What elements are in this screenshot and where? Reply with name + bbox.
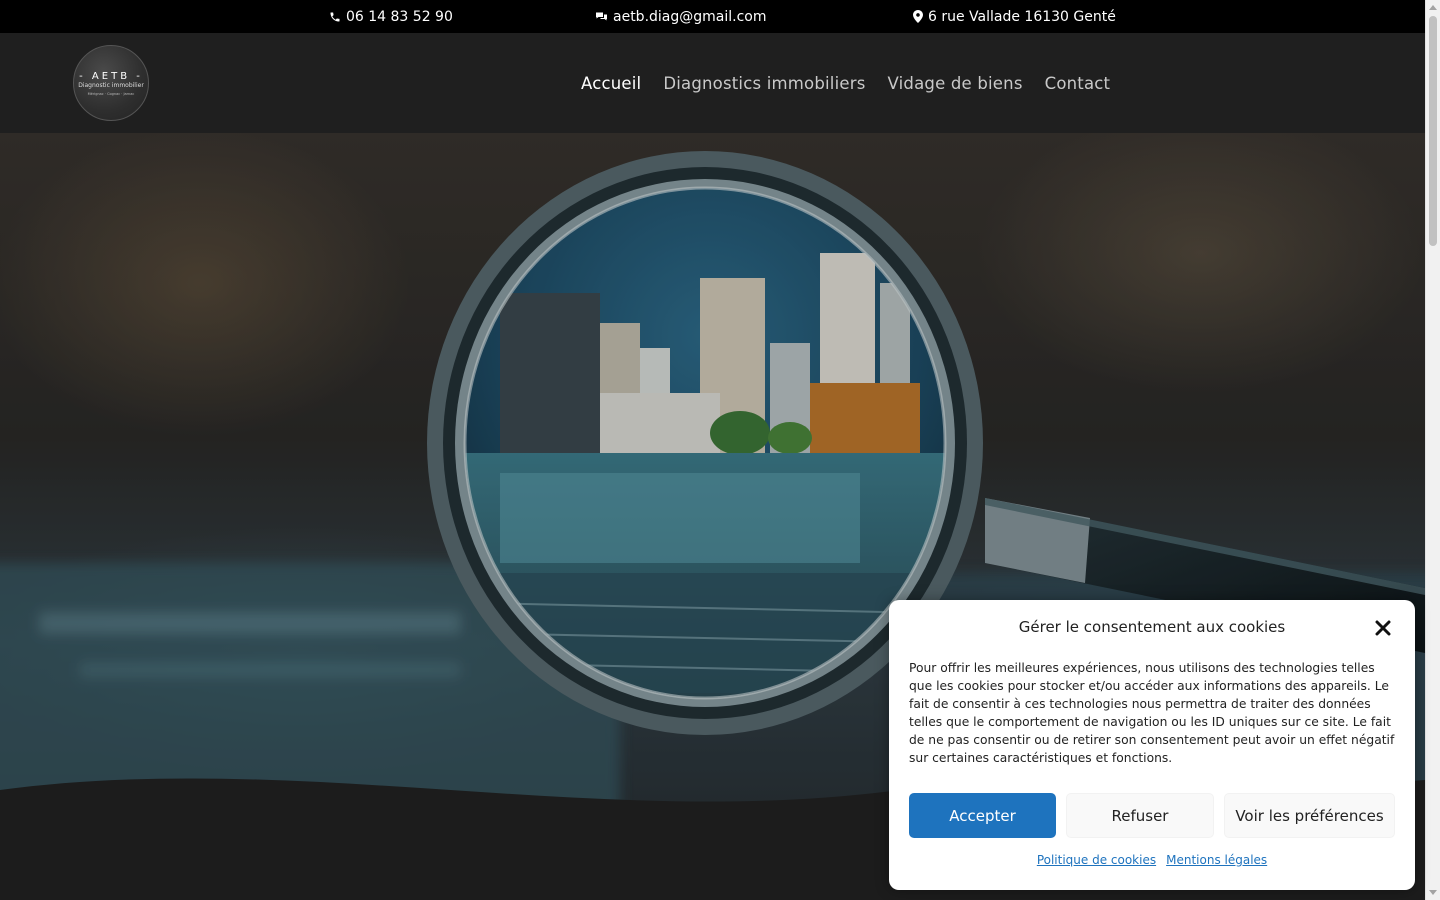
logo-title: - AETB - [79,70,143,82]
close-icon[interactable] [1373,618,1393,638]
contact-bar: 06 14 83 52 90 aetb.diag@gmail.com 6 rue… [0,0,1425,33]
email-address: aetb.diag@gmail.com [613,8,767,25]
scrollbar-thumb[interactable] [1429,16,1437,246]
cookie-policy-link[interactable]: Politique de cookies [1037,853,1156,867]
cookie-consent-dialog: Gérer le consentement aux cookies Pour o… [889,600,1415,890]
legal-notice-link[interactable]: Mentions légales [1166,853,1267,867]
preferences-button[interactable]: Voir les préférences [1224,793,1395,838]
nav-item-accueil[interactable]: Accueil [581,74,641,93]
cookie-buttons: Accepter Refuser Voir les préférences [909,793,1395,838]
main-nav: Accueil Diagnostics immobiliers Vidage d… [581,33,1110,133]
accept-button[interactable]: Accepter [909,793,1056,838]
topbar-email[interactable]: aetb.diag@gmail.com [595,0,767,33]
logo-subtitle: Diagnostic immobilier [78,81,144,89]
topbar-phone[interactable]: 06 14 83 52 90 [329,0,453,33]
refuse-button[interactable]: Refuser [1066,793,1214,838]
phone-number: 06 14 83 52 90 [346,8,453,25]
site-header: - AETB - Diagnostic immobilier Mérignac … [0,33,1425,133]
logo-tagline: Mérignac · Cognac · Jarnac [87,91,135,96]
site-logo[interactable]: - AETB - Diagnostic immobilier Mérignac … [73,45,149,121]
nav-item-diagnostics[interactable]: Diagnostics immobiliers [663,74,865,93]
cookie-title: Gérer le consentement aux cookies [1018,618,1286,636]
scroll-down-arrow-icon[interactable] [1429,890,1437,895]
nav-item-vidage[interactable]: Vidage de biens [888,74,1023,93]
cookie-links: Politique de cookies Mentions légales [889,853,1415,867]
location-pin-icon [913,10,923,23]
nav-item-contact[interactable]: Contact [1045,74,1111,93]
topbar-address[interactable]: 6 rue Vallade 16130 Genté [913,0,1116,33]
scroll-up-arrow-icon[interactable] [1429,5,1437,10]
page-scrollbar[interactable] [1425,0,1440,900]
cookie-description: Pour offrir les meilleures expériences, … [909,661,1395,765]
chat-icon [595,11,608,23]
address-text: 6 rue Vallade 16130 Genté [928,8,1116,25]
phone-icon [329,11,341,23]
